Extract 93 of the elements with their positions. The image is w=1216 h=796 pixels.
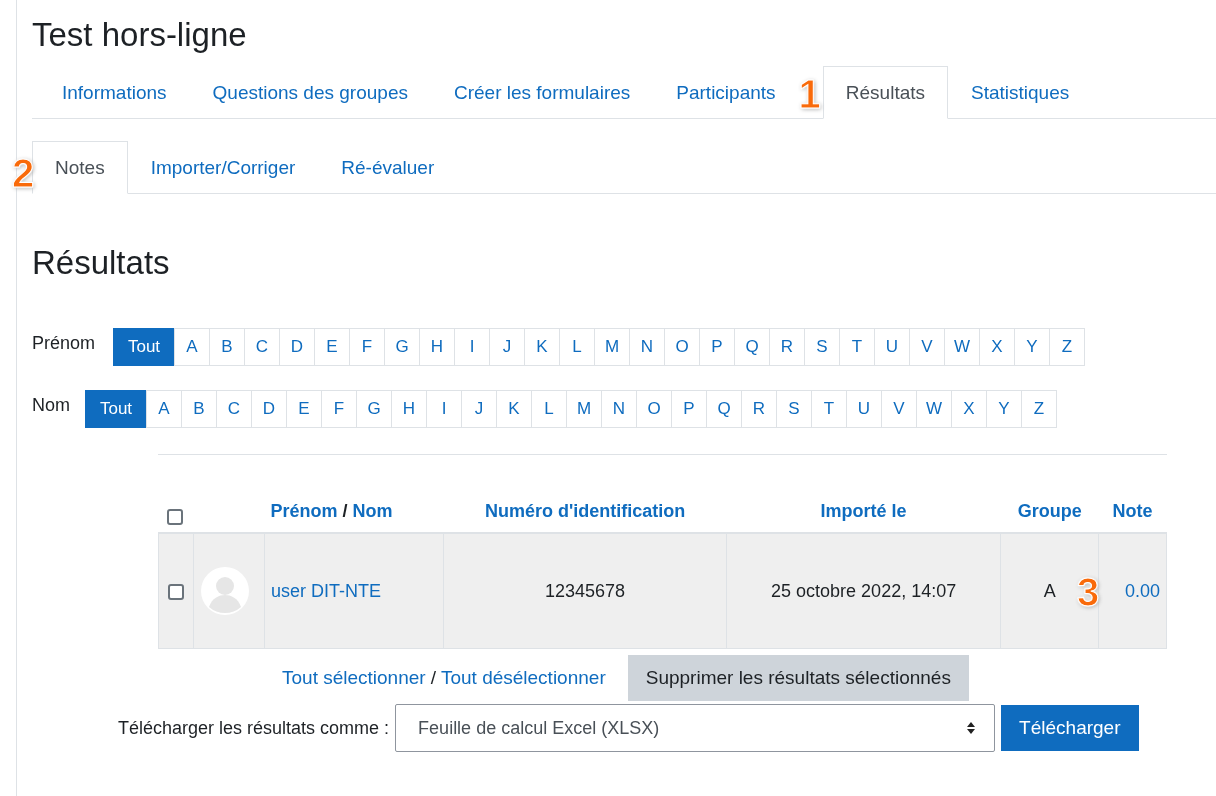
letter-filter[interactable]: O bbox=[636, 390, 672, 428]
checkbox[interactable] bbox=[166, 509, 183, 526]
letter-filter[interactable]: S bbox=[804, 328, 840, 366]
table-cell: 25 octobre 2022, 14:07 bbox=[771, 580, 957, 601]
letter-filter[interactable]: X bbox=[951, 390, 987, 428]
column-header-link[interactable]: Numéro d'identification bbox=[484, 501, 686, 521]
letter-filter[interactable]: C bbox=[216, 390, 252, 428]
letter-filter[interactable]: H bbox=[419, 328, 455, 366]
delete-button[interactable]: Supprimer les résultats sélectionnés bbox=[627, 655, 969, 701]
letter-filter[interactable]: I bbox=[454, 328, 490, 366]
filter-label: Prénom bbox=[32, 332, 97, 354]
tab[interactable]: Importer/Corriger bbox=[127, 141, 319, 194]
letter-filter[interactable]: W bbox=[916, 390, 952, 428]
table-cell: A bbox=[1043, 580, 1056, 601]
letter-filter[interactable]: G bbox=[356, 390, 392, 428]
letter-filter[interactable]: R bbox=[741, 390, 777, 428]
format-select[interactable]: Feuille de calcul Excel (XLSX) bbox=[395, 704, 996, 752]
callout-number: 2 bbox=[12, 153, 35, 193]
letter-filter[interactable]: Tout bbox=[113, 328, 175, 366]
page-title: Test hors-ligne bbox=[32, 15, 248, 55]
letter-filter[interactable]: G bbox=[384, 328, 420, 366]
letter-filter[interactable]: Y bbox=[1014, 328, 1050, 366]
letter-filter[interactable]: H bbox=[391, 390, 427, 428]
letter-filter[interactable]: T bbox=[811, 390, 847, 428]
letter-filter[interactable]: P bbox=[671, 390, 707, 428]
letter-filter[interactable]: J bbox=[489, 328, 525, 366]
callout-number: 1 bbox=[798, 74, 821, 114]
column-header-link[interactable]: Groupe bbox=[1017, 501, 1082, 521]
section-heading: Résultats bbox=[32, 243, 171, 283]
letter-filter[interactable]: Z bbox=[1049, 328, 1085, 366]
letter-filter[interactable]: M bbox=[566, 390, 602, 428]
letter-filter[interactable]: Q bbox=[706, 390, 742, 428]
letter-filter[interactable]: K bbox=[496, 390, 532, 428]
letter-filter[interactable]: V bbox=[909, 328, 945, 366]
letter-filter[interactable]: T bbox=[839, 328, 875, 366]
callout-number: 3 bbox=[1077, 572, 1100, 612]
column-header-link[interactable]: Nom bbox=[352, 501, 393, 521]
tab[interactable]: Ré-évaluer bbox=[318, 141, 458, 194]
tab[interactable]: Questions des groupes bbox=[189, 66, 431, 119]
checkbox[interactable] bbox=[168, 583, 184, 600]
sort-icon bbox=[966, 721, 977, 735]
grade-link[interactable]: 0.00 bbox=[1124, 580, 1160, 601]
letter-filter[interactable]: B bbox=[209, 328, 245, 366]
letter-filter[interactable]: V bbox=[881, 390, 917, 428]
tab[interactable]: Participants bbox=[653, 66, 799, 119]
letter-filter[interactable]: L bbox=[531, 390, 567, 428]
letter-filter[interactable]: N bbox=[601, 390, 637, 428]
letter-filter[interactable]: Tout bbox=[85, 390, 147, 428]
letter-filter[interactable]: J bbox=[461, 390, 497, 428]
separator: / bbox=[430, 667, 436, 689]
download-label: Télécharger les résultats comme : bbox=[118, 717, 390, 739]
letter-filter[interactable]: F bbox=[349, 328, 385, 366]
deselect-all-link[interactable]: Tout désélectionner bbox=[440, 667, 606, 689]
letter-filter[interactable]: L bbox=[559, 328, 595, 366]
letter-filter[interactable]: F bbox=[321, 390, 357, 428]
letter-filter[interactable]: I bbox=[426, 390, 462, 428]
column-header-link[interactable]: Note bbox=[1112, 501, 1153, 521]
letter-filter[interactable]: R bbox=[769, 328, 805, 366]
letter-filter[interactable]: O bbox=[664, 328, 700, 366]
letter-filter[interactable]: A bbox=[174, 328, 210, 366]
letter-filter[interactable]: K bbox=[524, 328, 560, 366]
select-all-link[interactable]: Tout sélectionner bbox=[282, 667, 426, 689]
tab[interactable]: Informations bbox=[39, 66, 190, 119]
letter-filter[interactable]: D bbox=[251, 390, 287, 428]
tab[interactable]: Créer les formulaires bbox=[430, 66, 654, 119]
letter-filter[interactable]: U bbox=[846, 390, 882, 428]
filter-label: Nom bbox=[32, 394, 71, 416]
letter-filter[interactable]: C bbox=[244, 328, 280, 366]
separator: / bbox=[342, 501, 348, 521]
table-cell: 12345678 bbox=[545, 580, 626, 601]
tab[interactable]: Statistiques bbox=[948, 66, 1093, 119]
letter-filter[interactable]: A bbox=[146, 390, 182, 428]
letter-filter[interactable]: N bbox=[629, 328, 665, 366]
letter-filter[interactable]: E bbox=[314, 328, 350, 366]
letter-filter[interactable]: B bbox=[181, 390, 217, 428]
column-header-link[interactable]: Prénom bbox=[270, 501, 338, 521]
tab[interactable]: Notes bbox=[32, 141, 128, 194]
letter-filter[interactable]: M bbox=[594, 328, 630, 366]
tab[interactable]: Résultats bbox=[822, 66, 948, 119]
avatar-icon bbox=[201, 567, 249, 615]
letter-filter[interactable]: E bbox=[286, 390, 322, 428]
letter-filter[interactable]: X bbox=[979, 328, 1015, 366]
letter-filter[interactable]: U bbox=[874, 328, 910, 366]
letter-filter[interactable]: Y bbox=[986, 390, 1022, 428]
download-button[interactable]: Télécharger bbox=[1001, 705, 1139, 751]
column-header-link[interactable]: Importé le bbox=[820, 501, 907, 521]
letter-filter[interactable]: Z bbox=[1021, 390, 1057, 428]
letter-filter[interactable]: P bbox=[699, 328, 735, 366]
letter-filter[interactable]: S bbox=[776, 390, 812, 428]
letter-filter[interactable]: D bbox=[279, 328, 315, 366]
user-link[interactable]: user DIT-NTE bbox=[271, 580, 381, 601]
letter-filter[interactable]: Q bbox=[734, 328, 770, 366]
letter-filter[interactable]: W bbox=[944, 328, 980, 366]
